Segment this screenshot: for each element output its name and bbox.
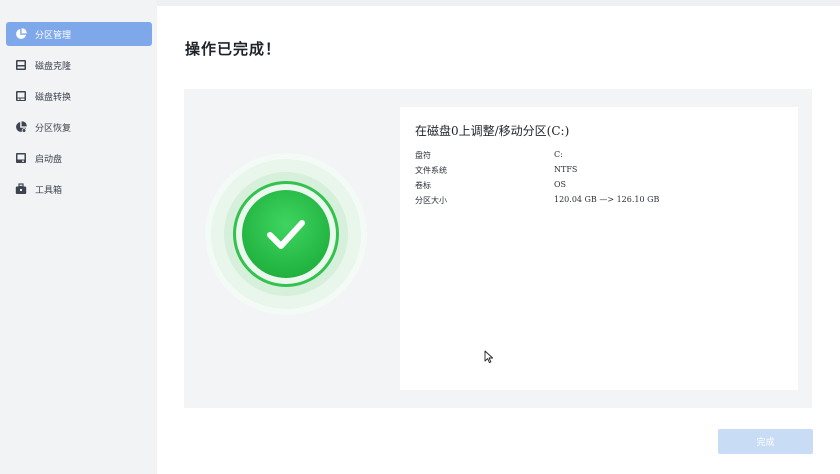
sidebar-item-partition-recovery[interactable]: 分区恢复 [6,115,152,139]
partition-recovery-icon [14,121,27,134]
detail-value: 120.04 GB —> 126.10 GB [554,195,660,204]
sidebar-item-disk-clone[interactable]: 磁盘克隆 [6,53,152,77]
sidebar-item-disk-convert[interactable]: 磁盘转换 [6,84,152,108]
disk-convert-icon [14,90,27,103]
detail-row-volume-label: 卷标 OS [415,180,775,193]
sidebar-item-boot-disk[interactable]: 启动盘 [6,146,152,170]
detail-value: C: [554,150,563,159]
detail-row-drive-letter: 盘符 C: [415,150,775,163]
sidebar-item-label: 磁盘克隆 [35,61,72,72]
sidebar-item-label: 工具箱 [35,185,63,196]
sidebar-item-label: 分区管理 [35,30,72,41]
boot-disk-icon [14,152,27,165]
disk-clone-icon [14,59,27,72]
detail-row-partition-size: 分区大小 120.04 GB —> 126.10 GB [415,195,775,208]
sidebar-item-toolbox[interactable]: 工具箱 [6,177,152,201]
detail-key: 盘符 [415,151,431,160]
finish-button[interactable]: 完成 [718,429,813,454]
detail-key: 文件系统 [415,166,447,175]
success-indicator [211,159,361,309]
detail-key: 分区大小 [415,196,447,205]
detail-key: 卷标 [415,181,431,190]
sidebar-item-partition-management[interactable]: 分区管理 [6,22,152,46]
main-panel: 操作已完成！ 在磁盘0上调整/移动分区(C:) 盘符 C: 文件系统 NTFS … [157,6,840,474]
success-check-icon [242,190,330,278]
sidebar-item-label: 磁盘转换 [35,92,72,103]
result-panel: 在磁盘0上调整/移动分区(C:) 盘符 C: 文件系统 NTFS 卷标 OS 分… [184,89,812,408]
detail-row-file-system: 文件系统 NTFS [415,165,775,178]
mouse-cursor-icon [484,350,494,364]
detail-value: NTFS [554,165,578,174]
detail-value: OS [554,180,567,189]
operation-title: 在磁盘0上调整/移动分区(C:) [415,124,570,138]
sidebar-item-label: 分区恢复 [35,123,72,134]
pie-chart-icon [14,28,27,41]
sidebar: 分区管理 磁盘克隆 磁盘转换 分区恢复 启动盘 工具箱 [0,0,157,474]
page-title: 操作已完成！ [185,40,282,58]
sidebar-item-label: 启动盘 [35,154,63,165]
toolbox-icon [14,183,27,196]
operation-details-card: 在磁盘0上调整/移动分区(C:) 盘符 C: 文件系统 NTFS 卷标 OS 分… [400,107,798,390]
